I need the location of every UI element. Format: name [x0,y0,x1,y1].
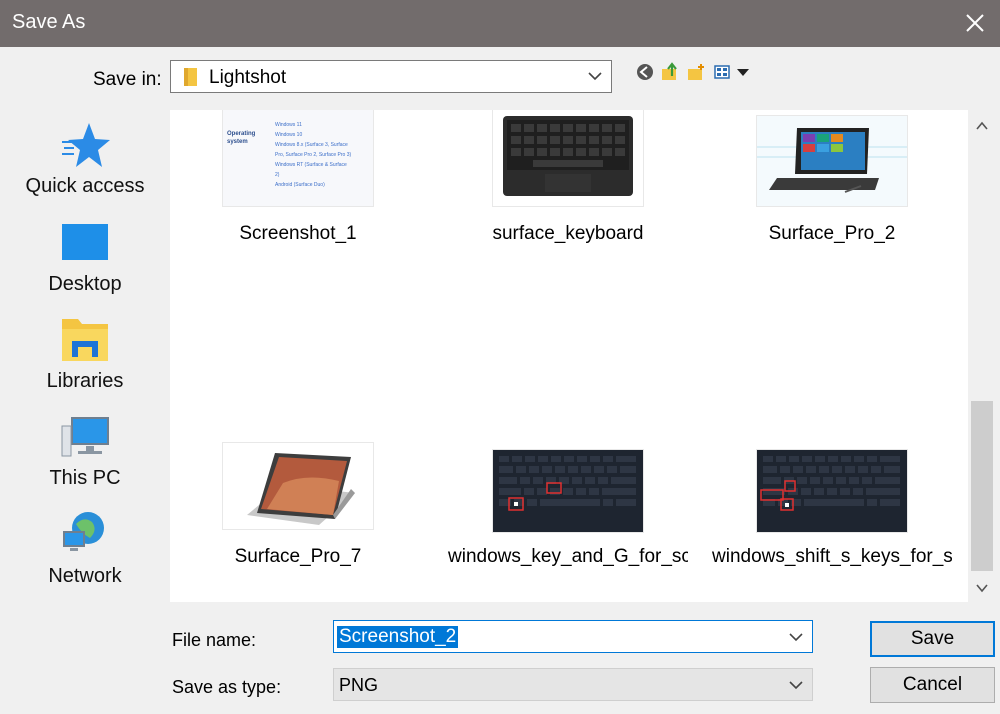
file-thumbnail [757,116,907,206]
up-folder-icon [662,62,677,80]
desktop-icon [62,224,108,260]
network-icon [63,512,104,551]
file-name-field[interactable]: Screenshot_2 [333,620,813,653]
chevron-down-icon [588,72,602,81]
preview-line: Windows 8.x (Surface 3, Surface [275,142,348,148]
file-name: Surface_Pro_2 [768,223,896,244]
file-name: Screenshot_1 [239,223,357,244]
save-in-dropdown[interactable]: Lightshot [170,60,612,93]
file-name: surface_keyboard [492,223,644,244]
place-label: This PC [49,467,121,489]
file-name-label: File name: [172,630,257,650]
file-item[interactable]: windows_key_and_G_for_sc... [448,443,688,602]
save-in-value: Lightshot [209,67,287,88]
place-label: Quick access [25,175,145,197]
place-label: Libraries [46,370,124,392]
preview-line: Windows 10 [275,132,303,138]
file-item[interactable]: Surface_Pro_2 [712,116,952,280]
star-icon [62,123,110,167]
libraries-icon [62,319,108,361]
place-label: Desktop [48,273,122,295]
places-bar: Quick access Desktop Libraries This PC N… [0,110,170,605]
save-in-label: Save in: [93,69,162,90]
preview-line: Pro, Surface Pro 2, Surface Pro 3) [275,152,352,158]
file-thumbnail [493,110,643,206]
scroll-down-icon[interactable] [974,580,990,596]
preview-line: Android (Surface Duo) [275,182,325,188]
file-thumbnail: Operating system Windows 11 Windows 10 W… [223,110,373,206]
close-icon [966,14,984,32]
up-folder-button[interactable] [660,62,680,82]
file-name: Surface_Pro_7 [234,546,362,567]
file-item[interactable]: Operating system Windows 11 Windows 10 W… [178,110,418,280]
scrollbar-thumb[interactable] [971,401,993,571]
file-thumbnail [493,450,643,532]
place-this-pc[interactable]: This PC [10,412,160,502]
file-thumbnail [223,443,373,529]
file-name-value[interactable]: Screenshot_2 [337,626,459,648]
chevron-down-icon [789,681,803,690]
place-network[interactable]: Network [10,510,160,600]
new-folder-icon [688,64,704,80]
preview-line: Windows 11 [275,122,302,128]
place-quick-access[interactable]: Quick access [10,120,160,210]
vertical-scrollbar[interactable] [968,110,996,602]
cancel-button[interactable]: Cancel [870,667,995,703]
view-menu-icon [714,65,749,79]
preview-heading: Operating system [227,131,256,145]
file-item[interactable]: surface_keyboard [448,110,688,280]
save-button[interactable]: Save [870,621,995,657]
preview-line: 2) [275,172,280,178]
place-desktop[interactable]: Desktop [10,218,160,308]
place-libraries[interactable]: Libraries [10,315,160,405]
preview-line: Windows RT (Surface & Surface [275,162,347,168]
chevron-down-icon[interactable] [788,628,804,646]
save-as-type-value: PNG [339,675,379,695]
scroll-up-icon[interactable] [974,118,990,134]
window-title: Save As [12,11,86,33]
computer-icon [61,417,109,457]
title-bar: Save As [0,0,1000,47]
close-button[interactable] [958,6,992,40]
file-thumbnail [757,450,907,532]
file-item[interactable]: windows_shift_s_keys_for_s... [712,443,952,602]
folder-icon [184,68,197,86]
new-folder-button[interactable] [686,62,706,82]
save-as-type-label: Save as type: [172,677,282,697]
back-button[interactable] [635,62,655,82]
file-name: windows_key_and_G_for_sc... [448,546,688,567]
file-list[interactable]: Operating system Windows 11 Windows 10 W… [170,110,968,602]
view-menu-button[interactable] [713,62,753,82]
back-icon [637,64,653,80]
file-name: windows_shift_s_keys_for_s... [712,546,952,567]
save-as-type-select[interactable]: PNG [333,668,813,701]
file-item[interactable]: Surface_Pro_7 [178,443,418,602]
place-label: Network [48,565,122,587]
